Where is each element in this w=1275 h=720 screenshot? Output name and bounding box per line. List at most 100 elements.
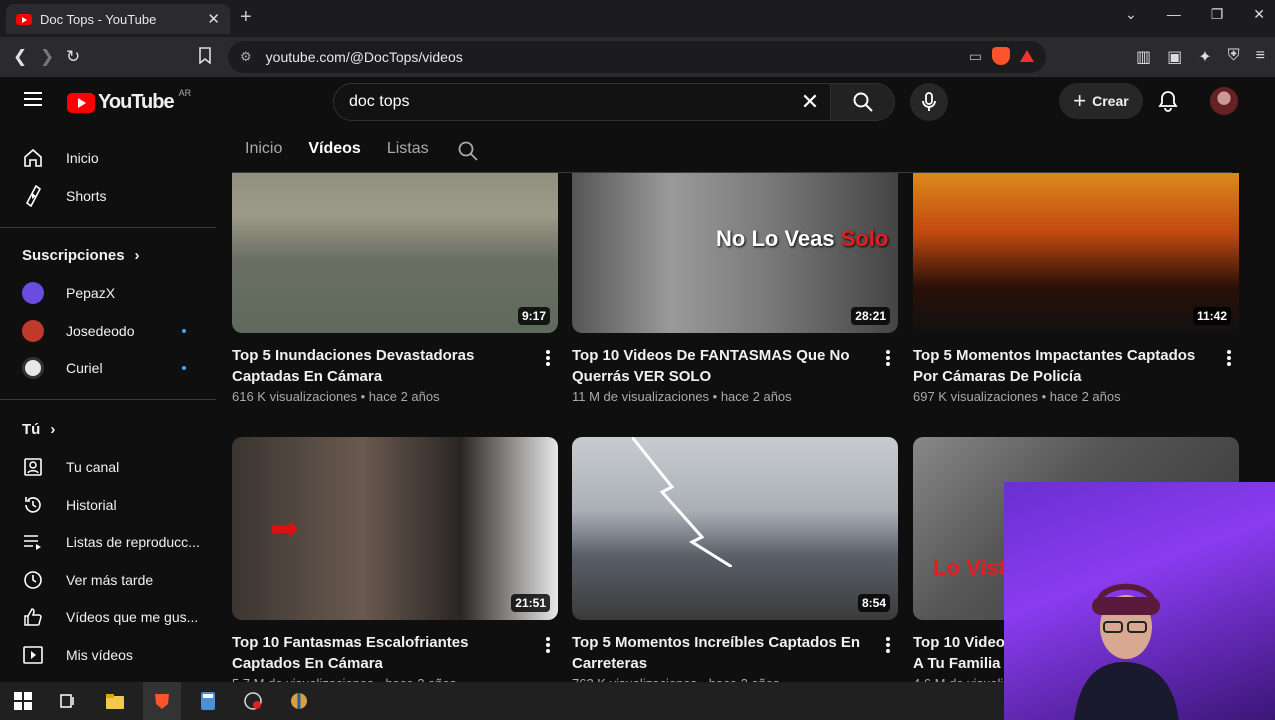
youtube-logo[interactable]: YouTube AR <box>67 88 191 114</box>
reload-icon[interactable]: ↻ <box>66 47 80 67</box>
video-meta: 616 K visualizaciones • hace 2 años <box>232 389 440 404</box>
sidebar-item-watch-later[interactable]: Ver más tarde <box>12 561 204 599</box>
clock-icon <box>22 569 44 591</box>
search-input[interactable]: doc tops <box>334 93 790 111</box>
video-duration: 21:51 <box>511 594 550 612</box>
restore-icon[interactable]: ❐ <box>1211 6 1224 23</box>
subscriptions-heading[interactable]: Suscripciones › <box>22 247 140 264</box>
video-thumbnail[interactable]: 8:54 <box>572 437 898 620</box>
sidebar-item-label: Historial <box>66 497 117 513</box>
subscriptions-heading-label: Suscripciones <box>22 247 125 264</box>
microphone-icon <box>922 92 936 111</box>
site-settings-icon[interactable]: ⚙ <box>240 49 252 65</box>
brave-browser-icon[interactable] <box>152 691 172 711</box>
wallet-icon[interactable]: ▣ <box>1167 47 1182 67</box>
menu-icon[interactable]: ≡ <box>1256 47 1265 67</box>
sidebar: Inicio Shorts Suscripciones › PepazX Jos… <box>0 137 216 682</box>
video-meta: 697 K visualizaciones • hace 2 años <box>913 389 1121 404</box>
more-actions-icon[interactable] <box>546 637 550 655</box>
video-title[interactable]: Top 10 Videos De FANTASMAS Que No Querrá… <box>572 345 872 387</box>
you-heading[interactable]: Tú › <box>22 421 55 438</box>
new-tab-icon[interactable]: + <box>240 6 252 29</box>
create-button[interactable]: + Crear <box>1059 83 1143 119</box>
search-button[interactable] <box>830 84 894 120</box>
brave-rewards-icon[interactable] <box>1020 50 1034 62</box>
channel-avatar <box>22 282 44 304</box>
chevron-right-icon: › <box>134 247 140 264</box>
video-thumbnail[interactable]: ➡ 21:51 <box>232 437 558 620</box>
tab-title: Doc Tops - YouTube <box>40 11 157 27</box>
notifications-bell-icon[interactable] <box>1158 90 1178 117</box>
video-title[interactable]: Top 5 Momentos Increíbles Captados En Ca… <box>572 632 872 674</box>
video-card[interactable]: 9:17 Top 5 Inundaciones Devastadoras Cap… <box>232 150 558 404</box>
thumbnail-text: Lo Vist <box>933 555 1006 580</box>
account-avatar[interactable] <box>1210 87 1238 115</box>
streamer-figure <box>1074 583 1179 720</box>
video-title[interactable]: Top 5 Momentos Impactantes Captados Por … <box>913 345 1213 387</box>
video-thumbnail[interactable]: 9:17 <box>232 173 558 333</box>
more-actions-icon[interactable] <box>886 637 890 655</box>
youtube-favicon-icon <box>16 13 32 25</box>
youtube-play-icon <box>67 92 95 113</box>
guide-menu-icon[interactable] <box>24 92 42 106</box>
channel-icon <box>22 456 44 478</box>
more-actions-icon[interactable] <box>546 350 550 368</box>
sidebar-item-label: Listas de reproducc... <box>66 534 200 550</box>
webcam-overlay <box>1004 482 1275 720</box>
calculator-icon[interactable] <box>198 691 218 711</box>
video-card[interactable]: 11:42 Top 5 Momentos Impactantes Captado… <box>913 150 1239 404</box>
sidebar-toggle-icon[interactable]: ▥ <box>1136 47 1151 67</box>
minimize-icon[interactable]: — <box>1167 6 1181 23</box>
brave-shields-icon[interactable] <box>992 47 1010 65</box>
voice-search-button[interactable] <box>910 83 948 121</box>
windows-taskbar <box>0 682 1004 720</box>
clear-search-icon[interactable]: ✕ <box>790 89 830 115</box>
sidebar-item-home[interactable]: Inicio <box>12 139 204 177</box>
more-actions-icon[interactable] <box>886 350 890 368</box>
sidebar-item-label: Tu canal <box>66 459 120 475</box>
sidebar-item-playlists[interactable]: Listas de reproducc... <box>12 523 204 561</box>
sidebar-item-my-videos[interactable]: Mis vídeos <box>12 636 204 674</box>
forward-icon[interactable]: ❯ <box>40 47 54 67</box>
shorts-icon <box>22 185 44 207</box>
divider <box>0 227 216 228</box>
sidebar-item-label: Mis vídeos <box>66 647 133 663</box>
address-bar[interactable]: ⚙ youtube.com/@DocTops/videos ▭ <box>228 41 1046 73</box>
windows-start-icon[interactable] <box>13 691 33 711</box>
cast-icon[interactable]: ▭ <box>969 48 982 65</box>
tab-search-chevron-icon[interactable]: ⌄ <box>1125 6 1137 23</box>
sidebar-item-pepazx[interactable]: PepazX <box>12 274 204 312</box>
video-thumbnail[interactable]: No Lo Veas Solo 28:21 <box>572 173 898 333</box>
obs-recording-icon[interactable] <box>243 691 263 711</box>
window-controls: ⌄ — ❐ ✕ <box>1125 6 1265 23</box>
video-card[interactable]: 8:54 Top 5 Momentos Increíbles Captados … <box>572 437 898 686</box>
sidebar-item-your-channel[interactable]: Tu canal <box>12 448 204 486</box>
sidebar-item-label: PepazX <box>66 285 116 301</box>
browser-tab[interactable]: Doc Tops - YouTube ✕ <box>6 4 230 34</box>
vpn-shield-icon[interactable]: ⛨ <box>1228 47 1240 67</box>
close-tab-icon[interactable]: ✕ <box>207 10 220 28</box>
sidebar-item-history[interactable]: Historial <box>12 486 204 524</box>
home-icon <box>22 147 44 169</box>
bookmark-icon[interactable] <box>198 47 212 69</box>
video-title[interactable]: Top 10 Fantasmas Escalofriantes Captados… <box>232 632 532 674</box>
browser-tab-bar: Doc Tops - YouTube ✕ + ⌄ — ❐ ✕ <box>0 0 1275 37</box>
video-title[interactable]: Top 5 Inundaciones Devastadoras Captadas… <box>232 345 532 387</box>
back-icon[interactable]: ❮ <box>13 47 27 67</box>
close-window-icon[interactable]: ✕ <box>1253 6 1265 23</box>
video-card[interactable]: No Lo Veas Solo 28:21 Top 10 Videos De F… <box>572 150 898 404</box>
video-thumbnail[interactable]: 11:42 <box>913 173 1239 333</box>
sidebar-item-liked-videos[interactable]: Vídeos que me gus... <box>12 598 204 636</box>
more-actions-icon[interactable] <box>1227 350 1231 368</box>
app-icon[interactable] <box>289 691 309 711</box>
video-card[interactable]: ➡ 21:51 Top 10 Fantasmas Escalofriantes … <box>232 437 558 686</box>
sidebar-item-josedeodo[interactable]: Josedeodo <box>12 312 204 350</box>
task-view-icon[interactable] <box>58 691 78 711</box>
sidebar-item-curiel[interactable]: Curiel <box>12 349 204 387</box>
video-title-line1: Top 10 Videos <box>913 634 1014 651</box>
sidebar-item-shorts[interactable]: Shorts <box>12 177 204 215</box>
history-icon <box>22 494 44 516</box>
video-title-line2: A Tu Familia <box>913 655 1001 672</box>
leo-ai-icon[interactable]: ✦ <box>1198 47 1211 67</box>
file-explorer-icon[interactable] <box>105 691 125 711</box>
